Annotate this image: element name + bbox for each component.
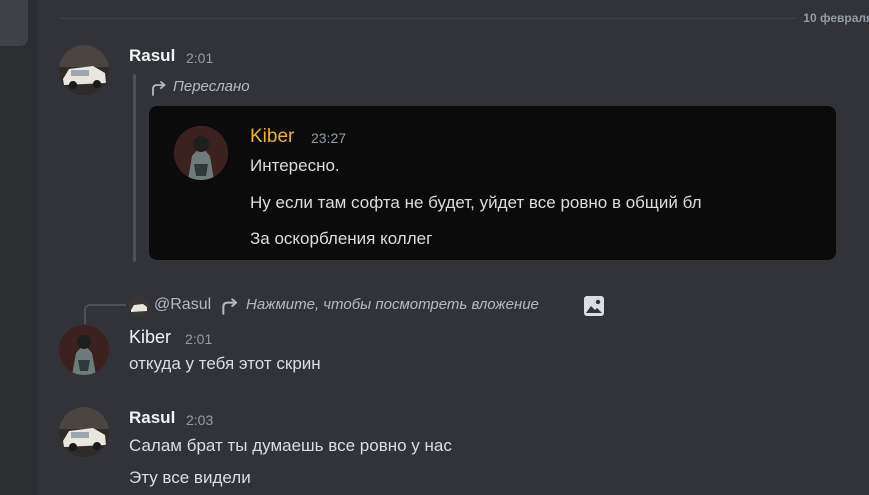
forward-arrow-icon bbox=[152, 81, 166, 96]
message-timestamp[interactable]: 2:03 bbox=[186, 412, 213, 428]
sidebar-scroll-knob[interactable] bbox=[0, 0, 28, 46]
message-line: Интересно. bbox=[250, 156, 340, 175]
message-timestamp[interactable]: 2:01 bbox=[185, 331, 212, 347]
reply-connector bbox=[84, 304, 126, 324]
date-divider bbox=[60, 18, 869, 19]
reply-preview-text[interactable]: Нажмите, чтобы посмотреть вложение bbox=[246, 296, 539, 313]
message-username[interactable]: Rasul bbox=[129, 46, 175, 66]
forwarded-label: Переслано bbox=[173, 78, 250, 95]
message-username[interactable]: Rasul bbox=[129, 408, 175, 428]
forward-arrow-icon bbox=[222, 298, 238, 315]
date-divider-label: 10 февраля bbox=[797, 11, 869, 25]
reply-username[interactable]: @Rasul bbox=[154, 296, 211, 314]
avatar[interactable] bbox=[59, 407, 109, 457]
message-line: Салам брат ты думаешь все ровно у нас bbox=[129, 436, 452, 455]
message-username[interactable]: Kiber bbox=[129, 327, 171, 348]
forward-quote-bar bbox=[133, 74, 136, 262]
avatar[interactable] bbox=[59, 325, 109, 375]
message-timestamp[interactable]: 2:01 bbox=[186, 50, 213, 66]
avatar[interactable] bbox=[59, 45, 109, 95]
message-line: Ну если там софта не будет, уйдет все ро… bbox=[250, 193, 702, 212]
message-line: Эту все видели bbox=[129, 468, 251, 487]
reply-avatar[interactable] bbox=[129, 296, 149, 316]
message-username[interactable]: Kiber bbox=[250, 126, 294, 148]
message-timestamp[interactable]: 23:27 bbox=[311, 130, 346, 146]
image-icon bbox=[584, 296, 604, 316]
message-line: За оскорбления коллег bbox=[250, 229, 433, 248]
server-sidebar bbox=[0, 0, 38, 495]
message-text: откуда у тебя этот скрин bbox=[129, 354, 321, 373]
avatar[interactable] bbox=[174, 126, 228, 180]
forwarded-message-card[interactable]: Kiber 23:27 Интересно. Ну если там софта… bbox=[149, 106, 836, 260]
